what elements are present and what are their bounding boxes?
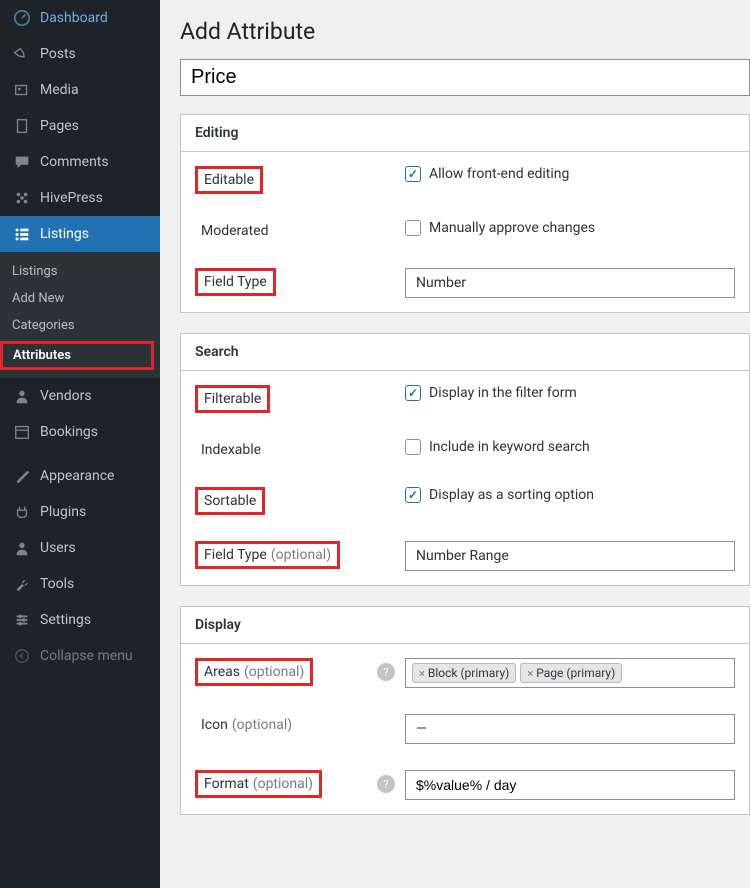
menu-tools[interactable]: Tools [0, 566, 160, 602]
media-icon [12, 80, 32, 100]
menu-label: Appearance [40, 468, 114, 484]
label-search-fieldtype: Field Type(optional) [195, 541, 340, 569]
select-value: Number [416, 275, 466, 291]
tag-remove-icon[interactable]: × [527, 667, 533, 680]
menu-appearance[interactable]: Appearance [0, 458, 160, 494]
attribute-name-input[interactable] [180, 59, 750, 96]
panel-display: Display Areas(optional) ? ×Block (primar… [180, 606, 750, 815]
menu-bookings[interactable]: Bookings [0, 414, 160, 450]
select-value: — [416, 721, 427, 737]
submenu-addnew[interactable]: Add New [0, 285, 160, 312]
checkbox-label-filterable: Display in the filter form [429, 385, 577, 401]
panel-header-search: Search [181, 334, 749, 371]
tag-item[interactable]: ×Block (primary) [412, 663, 516, 683]
menu-label: Pages [40, 118, 79, 134]
tag-input-areas[interactable]: ×Block (primary) ×Page (primary) [405, 658, 735, 688]
panel-editing: Editing Editable Allow front-end editing… [180, 114, 750, 313]
menu-label: Bookings [40, 424, 98, 440]
select-value: Number Range [416, 548, 509, 564]
menu-label: Posts [40, 46, 76, 62]
menu-label: Collapse menu [40, 648, 133, 664]
label-format: Format(optional) [195, 770, 322, 798]
admin-sidebar: Dashboard Posts Media Pages Comments Hiv… [0, 0, 160, 888]
checkbox-indexable[interactable] [405, 439, 421, 455]
menu-pages[interactable]: Pages [0, 108, 160, 144]
label-moderated: Moderated [195, 220, 275, 242]
menu-collapse[interactable]: Collapse menu [0, 638, 160, 674]
plug-icon [12, 502, 32, 522]
menu-dashboard[interactable]: Dashboard [0, 0, 160, 36]
list-icon [12, 224, 32, 244]
main-content: Add Attribute Editing Editable Allow fro… [160, 0, 750, 888]
menu-label: Tools [40, 576, 74, 592]
checkbox-editable[interactable] [405, 166, 421, 182]
menu-plugins[interactable]: Plugins [0, 494, 160, 530]
menu-settings[interactable]: Settings [0, 602, 160, 638]
menu-label: Listings [40, 226, 89, 242]
menu-label: Settings [40, 612, 91, 628]
checkbox-label-sortable: Display as a sorting option [429, 487, 594, 503]
settings-icon [12, 610, 32, 630]
pin-icon [12, 44, 32, 64]
menu-media[interactable]: Media [0, 72, 160, 108]
label-editable: Editable [195, 166, 263, 194]
checkbox-label-moderated: Manually approve changes [429, 220, 595, 236]
select-search-fieldtype[interactable]: Number Range [405, 541, 735, 571]
user-icon [12, 386, 32, 406]
help-icon[interactable]: ? [377, 775, 395, 793]
page-icon [12, 116, 32, 136]
label-fieldtype: Field Type [195, 268, 276, 296]
menu-listings[interactable]: Listings [0, 216, 160, 252]
menu-posts[interactable]: Posts [0, 36, 160, 72]
submenu-attributes[interactable]: Attributes [0, 341, 154, 370]
brush-icon [12, 466, 32, 486]
menu-label: Media [40, 82, 79, 98]
menu-hivepress[interactable]: HivePress [0, 180, 160, 216]
checkbox-sortable[interactable] [405, 487, 421, 503]
users-icon [12, 538, 32, 558]
label-indexable: Indexable [195, 439, 267, 461]
help-icon[interactable]: ? [377, 663, 395, 681]
input-format[interactable] [405, 770, 735, 800]
page-title: Add Attribute [180, 18, 750, 45]
menu-users[interactable]: Users [0, 530, 160, 566]
checkbox-moderated[interactable] [405, 220, 421, 236]
menu-label: Comments [40, 154, 109, 170]
comment-icon [12, 152, 32, 172]
tag-item[interactable]: ×Page (primary) [520, 663, 622, 683]
dashboard-icon [12, 8, 32, 28]
submenu-listings: Listings Add New Categories Attributes [0, 252, 160, 378]
submenu-listings-all[interactable]: Listings [0, 258, 160, 285]
collapse-icon [12, 646, 32, 666]
menu-label: Vendors [40, 388, 92, 404]
checkbox-label-indexable: Include in keyword search [429, 439, 590, 455]
menu-label: Users [40, 540, 76, 556]
checkbox-filterable[interactable] [405, 385, 421, 401]
panel-search: Search Filterable Display in the filter … [180, 333, 750, 586]
panel-header-editing: Editing [181, 115, 749, 152]
wrench-icon [12, 574, 32, 594]
hivepress-icon [12, 188, 32, 208]
label-sortable: Sortable [195, 487, 265, 515]
select-icon[interactable]: — [405, 714, 735, 744]
menu-label: Plugins [40, 504, 86, 520]
menu-vendors[interactable]: Vendors [0, 378, 160, 414]
checkbox-label-editable: Allow front-end editing [429, 166, 569, 182]
label-filterable: Filterable [195, 385, 270, 413]
tag-remove-icon[interactable]: × [419, 667, 425, 680]
panel-header-display: Display [181, 607, 749, 644]
menu-comments[interactable]: Comments [0, 144, 160, 180]
select-editing-fieldtype[interactable]: Number [405, 268, 735, 298]
submenu-categories[interactable]: Categories [0, 312, 160, 339]
label-icon: Icon(optional) [195, 714, 298, 736]
menu-label: Dashboard [40, 10, 108, 26]
menu-label: HivePress [40, 190, 103, 206]
calendar-icon [12, 422, 32, 442]
label-areas: Areas(optional) [195, 658, 313, 686]
